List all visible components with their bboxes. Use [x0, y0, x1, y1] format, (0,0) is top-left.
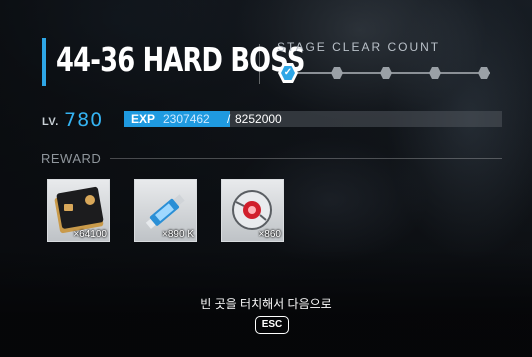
stage-title: 44-36 HARD BOSS — [56, 40, 305, 79]
level-value: 780 — [64, 109, 104, 131]
reward-divider — [110, 158, 502, 159]
exp-separator: / — [227, 112, 231, 126]
reward-label: REWARD — [41, 151, 102, 166]
reward-item-card[interactable]: ×64100 — [47, 179, 110, 242]
exp-current: 2307462 — [163, 112, 210, 126]
reward-quantity: ×860 — [258, 229, 281, 240]
continue-hint[interactable]: 빈 곳을 터치해서 다음으로 — [0, 295, 532, 312]
checkmark-icon: ✓ — [281, 66, 295, 80]
exp-max: 8252000 — [235, 112, 282, 126]
title-divider — [259, 44, 260, 84]
title-accent-bar — [42, 38, 46, 86]
reward-item-core[interactable]: ×860 — [221, 179, 284, 242]
exp-label: EXP — [131, 112, 156, 126]
reward-quantity: ×64100 — [73, 229, 107, 240]
reward-item-usb[interactable]: ×890 K — [134, 179, 197, 242]
esc-key-button[interactable]: ESC — [255, 316, 289, 334]
stage-clear-count-label: STAGE CLEAR COUNT — [277, 40, 441, 54]
reward-quantity: ×890 K — [162, 229, 194, 240]
level-label: LV. — [42, 116, 59, 128]
